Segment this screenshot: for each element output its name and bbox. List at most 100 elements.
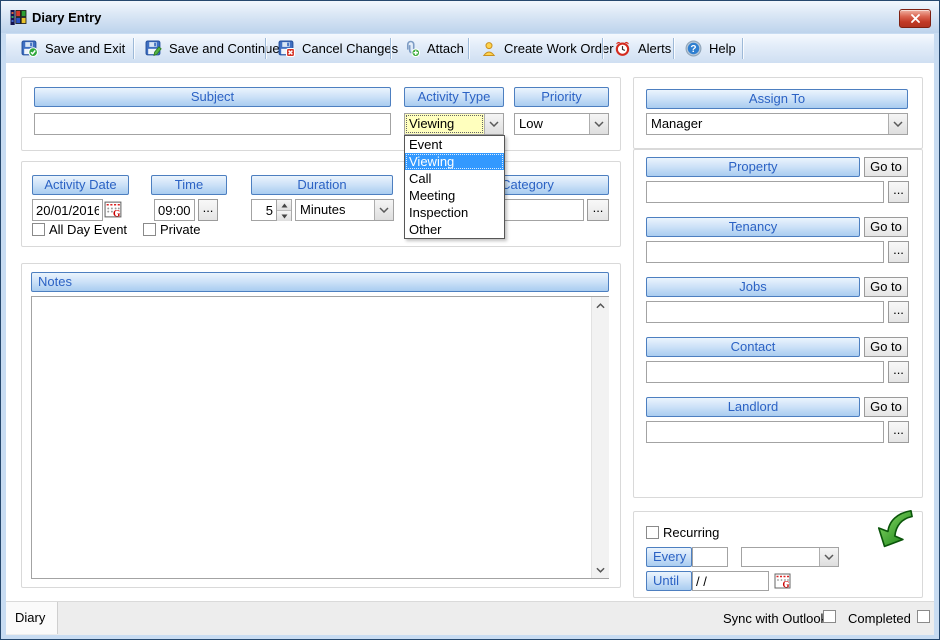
duration-header: Duration [251,175,393,195]
dropdown-option[interactable]: Call [405,170,504,187]
alerts-button[interactable]: Alerts [608,37,677,60]
subject-input[interactable] [34,113,391,135]
assign-to-header: Assign To [646,89,908,109]
completed-checkbox[interactable] [917,610,930,623]
duration-value-input[interactable] [251,199,277,221]
toolbar-separator [133,38,134,59]
dropdown-option[interactable]: Event [405,136,504,153]
tenancy-goto-button[interactable]: Go to [864,217,908,237]
recurring-checkbox[interactable] [646,526,659,539]
notes-scrollbar[interactable] [591,297,609,578]
tenancy-header: Tenancy [646,217,860,237]
alarm-clock-icon [614,40,631,57]
svg-text:?: ? [690,44,696,55]
calendar-icon: G [104,200,123,219]
activity-type-combobox[interactable]: Viewing [404,113,504,135]
calendar-icon: G [774,572,792,590]
spin-up-icon[interactable] [277,200,291,211]
every-value-input[interactable] [692,547,728,567]
duration-unit-combobox[interactable]: Minutes [295,199,394,221]
category-browse-button[interactable]: ... [587,199,609,221]
tenancy-input[interactable] [646,241,884,263]
priority-combobox[interactable]: Low [514,113,609,135]
toolbar-button-label: Alerts [638,41,672,56]
jobs-goto-button[interactable]: Go to [864,277,908,297]
tenancy-browse-button[interactable]: ... [888,241,909,263]
diary-entry-window: Diary Entry Save and Exit Save and Conti… [0,0,940,640]
time-header: Time [151,175,227,195]
until-calendar-button[interactable]: G [774,572,792,590]
chevron-down-icon[interactable] [374,200,393,220]
create-work-order-button[interactable]: Create Work Order [475,37,620,60]
toolbar-separator [468,38,469,59]
contact-input[interactable] [646,361,884,383]
toolbar-separator [390,38,391,59]
attach-button[interactable]: Attach [397,37,470,60]
activity-type-header: Activity Type [404,87,504,107]
chevron-down-icon[interactable] [819,548,838,566]
jobs-input[interactable] [646,301,884,323]
toolbar-separator [673,38,674,59]
landlord-input[interactable] [646,421,884,443]
duration-unit-value: Minutes [300,202,346,217]
window-title: Diary Entry [32,10,102,25]
time-input[interactable] [154,199,195,221]
save-and-continue-button[interactable]: Save and Continue [139,37,286,60]
property-header: Property [646,157,860,177]
property-goto-button[interactable]: Go to [864,157,908,177]
property-browse-button[interactable]: ... [888,181,909,203]
close-icon [910,14,920,23]
dropdown-option[interactable]: Other [405,221,504,238]
help-button[interactable]: ? Help [679,37,742,60]
contact-goto-button[interactable]: Go to [864,337,908,357]
assign-to-combobox[interactable]: Manager [646,113,908,135]
time-browse-button[interactable]: ... [198,199,218,221]
landlord-header: Landlord [646,397,860,417]
private-checkbox[interactable] [143,223,156,236]
sync-with-outlook-checkbox[interactable] [823,610,836,623]
dropdown-option[interactable]: Meeting [405,187,504,204]
toolbar-separator [742,38,743,59]
scroll-up-icon[interactable] [592,297,609,314]
chevron-down-icon[interactable] [484,114,503,134]
activity-date-input[interactable] [32,199,103,221]
duration-spinner[interactable] [277,199,292,221]
toolbar-button-label: Create Work Order [504,41,614,56]
save-and-exit-button[interactable]: Save and Exit [15,37,131,60]
every-label: Every [646,547,692,567]
jobs-browse-button[interactable]: ... [888,301,909,323]
app-icon [10,9,27,26]
private-label: Private [160,222,201,237]
activity-type-dropdown: Event Viewing Call Meeting Inspection Ot… [404,135,505,239]
every-unit-combobox[interactable] [741,547,839,567]
dropdown-option[interactable]: Inspection [405,204,504,221]
all-day-event-label: All Day Event [49,222,128,237]
chevron-down-icon[interactable] [888,114,907,134]
until-date-input[interactable] [692,571,769,591]
landlord-browse-button[interactable]: ... [888,421,909,443]
cancel-changes-button[interactable]: Cancel Changes [272,37,404,60]
notes-textarea[interactable] [31,296,609,579]
property-input[interactable] [646,181,884,203]
dropdown-option-selected[interactable]: Viewing [405,153,504,170]
help-icon: ? [685,40,702,57]
sync-with-outlook-label: Sync with Outlook [723,611,828,626]
title-bar: Diary Entry [1,1,939,33]
tab-diary[interactable]: Diary [6,602,58,634]
toolbar-button-label: Cancel Changes [302,41,399,56]
paperclip-icon [403,40,420,57]
scroll-down-icon[interactable] [592,561,609,578]
calendar-picker-button[interactable]: G [104,200,123,219]
contact-browse-button[interactable]: ... [888,361,909,383]
recurring-arrow-icon [873,505,919,551]
save-continue-icon [145,40,162,57]
svg-text:G: G [113,209,121,219]
landlord-goto-button[interactable]: Go to [864,397,908,417]
close-button[interactable] [899,9,931,28]
spin-down-icon[interactable] [277,211,291,221]
save-exit-icon [21,40,38,57]
chevron-down-icon[interactable] [589,114,608,134]
all-day-event-checkbox[interactable] [32,223,45,236]
toolbar-separator [602,38,603,59]
activity-type-value: Viewing [405,114,484,134]
